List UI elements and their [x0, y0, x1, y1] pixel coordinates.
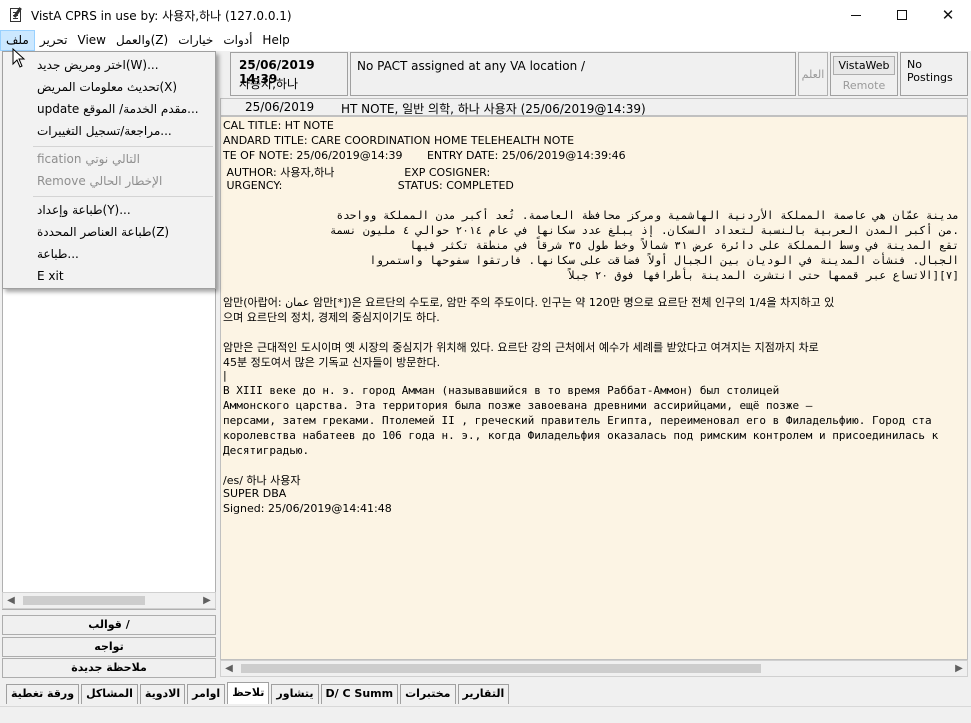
menu-item-remove-notification: Remove الإخطار الحالي — [37, 174, 163, 188]
arabic-text-line: مدينة عمّان هي عاصمة المملكة الأردنية ال… — [336, 209, 959, 222]
tab-dc-summ[interactable]: D/ C Summ — [320, 684, 399, 704]
chart-tabs: ورقة تغطية المشاكل الادوية اوامر تلاحظ ي… — [6, 682, 511, 704]
urgency-line: URGENCY: STATUS: COMPLETED — [223, 179, 514, 192]
window-title: VistA CPRS in use by: 사용자,하나 (127.0.0.1) — [31, 8, 292, 23]
status-bar — [0, 706, 971, 723]
close-icon: ✕ — [941, 6, 955, 24]
tab-orders[interactable]: اوامر — [187, 684, 226, 704]
standard-title-line: ANDARD TITLE: CARE COORDINATION HOME TEL… — [223, 134, 575, 147]
menu-item-refresh-patient[interactable]: تحديث معلومات المريض(X) — [4, 77, 214, 98]
russian-text-line: Аммонского царства. Эта территория была … — [223, 399, 813, 412]
templates-button[interactable]: قوالب / — [2, 615, 216, 635]
cprs-app-icon — [8, 7, 24, 23]
postings-button[interactable]: No Postings — [900, 52, 968, 96]
tab-consults[interactable]: يتشاور — [271, 684, 319, 704]
menu-edit[interactable]: تحرير — [35, 30, 73, 51]
menu-separator — [33, 196, 213, 197]
patient-info-button[interactable]: 25/06/2019 14:39 사용자,하나 — [230, 52, 348, 96]
menu-bar: ملف تحرير View والعمل(Z) خيارات أدوات He… — [0, 30, 971, 51]
date-of-note-line: TE OF NOTE: 25/06/2019@14:39 ENTRY DATE:… — [223, 149, 626, 162]
note-text[interactable]: CAL TITLE: HT NOTE ANDARD TITLE: CARE CO… — [220, 116, 968, 660]
maximize-button[interactable] — [879, 0, 925, 30]
tab-cover-sheet[interactable]: ورقة تغطية — [6, 684, 80, 704]
menu-action[interactable]: والعمل(Z) — [111, 30, 173, 51]
note-header: 25/06/2019 HT NOTE, 일반 의학, 하나 사용자 (25/06… — [220, 98, 968, 116]
vistaweb-button[interactable]: VistaWeb — [833, 56, 895, 75]
tab-reports[interactable]: التقارير — [457, 684, 510, 704]
menu-tools[interactable]: أدوات — [218, 30, 257, 51]
scroll-left-icon[interactable]: ◀ — [221, 661, 237, 676]
arabic-text-line: الجبال. فنشأت المدينة في الوديان بين الج… — [369, 254, 959, 267]
signature-title-line: SUPER DBA — [223, 487, 287, 500]
tab-labs[interactable]: مختبرات — [400, 684, 456, 704]
menu-separator — [33, 146, 213, 147]
patient-name: 사용자,하나 — [239, 77, 299, 91]
close-button[interactable]: ✕ — [925, 0, 971, 30]
note-title: HT NOTE, 일반 의학, 하나 사용자 (25/06/2019@14:39… — [341, 102, 646, 116]
author-line: AUTHOR: 사용자,하나 EXP COSIGNER: — [223, 166, 491, 179]
postings-text: No Postings — [907, 58, 953, 84]
menu-item-print[interactable]: طباعة... — [4, 244, 214, 265]
mouse-pointer-icon — [12, 48, 26, 68]
scroll-right-icon[interactable]: ▶ — [199, 593, 215, 608]
signature-es-line: /es/ 하나 사용자 — [223, 474, 301, 487]
note-date: 25/06/2019 — [245, 100, 315, 114]
menu-options[interactable]: خيارات — [173, 30, 218, 51]
menu-item-update-provider[interactable]: update مقدم الخدمة/ الموقع... — [4, 99, 214, 120]
minimize-icon — [851, 14, 861, 16]
pact-info-button[interactable]: No PACT assigned at any VA location / — [350, 52, 796, 96]
cprs-window: VistA CPRS in use by: 사용자,하나 (127.0.0.1)… — [0, 0, 971, 723]
local-title-line: CAL TITLE: HT NOTE — [223, 119, 334, 132]
title-bar: VistA CPRS in use by: 사용자,하나 (127.0.0.1)… — [0, 0, 971, 30]
menu-item-review-sign-changes[interactable]: مراجعة/تسجيل التغييرات... — [4, 121, 214, 142]
russian-text-line: королевства набатеев до 106 года н. э., … — [223, 429, 939, 442]
russian-text-line: персами, затем греками. Птолемей II , гр… — [223, 414, 932, 427]
maximize-icon — [897, 10, 907, 20]
scroll-right-icon[interactable]: ▶ — [951, 661, 967, 676]
russian-text-line: В XIII веке до н. э. город Амман (называ… — [223, 384, 780, 397]
korean-text-line: 45분 정도여서 많은 기독교 신자들이 방문한다. — [223, 356, 441, 369]
arabic-text-line: تقع المدينة في وسط المملكة على دائرة عرض… — [409, 239, 959, 252]
flag-button[interactable]: العلم — [798, 52, 828, 96]
arabic-text-line: .من أكبر المدن العربية بالنسبة لتعداد ال… — [329, 224, 959, 237]
new-note-button[interactable]: ملاحظة جديدة — [2, 658, 216, 678]
tab-meds[interactable]: الادوية — [139, 684, 186, 704]
note-hscrollbar[interactable]: ◀ ▶ — [220, 660, 968, 677]
scroll-thumb[interactable] — [241, 664, 761, 673]
arabic-text-line: [٧][الاتساع عبر قممها حتى انتشرت المدينة… — [568, 269, 959, 282]
korean-text-line: 암만(아랍어: عمان 암만[*])은 요르단의 수도로, 암만 주의 주도이… — [223, 296, 835, 309]
korean-text-line: 으며 요르단의 정치, 경제의 중심지이기도 하다. — [223, 311, 440, 324]
tab-notes[interactable]: تلاحظ — [227, 682, 270, 704]
text-cursor: | — [223, 369, 227, 382]
menu-item-next-notification: fication التالي نوتي — [37, 152, 140, 166]
russian-text-line: Десятиградью. — [223, 444, 310, 457]
remote-data-button[interactable]: Remote Data — [833, 77, 895, 109]
signed-date-line: Signed: 25/06/2019@14:41:48 — [223, 502, 392, 515]
menu-item-select-new-patient[interactable]: اختر ومريض جديد(W)... — [4, 55, 214, 76]
tab-problems[interactable]: المشاكل — [81, 684, 138, 704]
encounter-button[interactable]: تواجه — [2, 637, 216, 657]
menu-view[interactable]: View — [73, 30, 111, 51]
notes-tree-hscrollbar[interactable]: ◀ ▶ — [2, 592, 216, 609]
file-menu-dropdown: اختر ومريض جديد(W)... تحديث معلومات المر… — [2, 51, 216, 289]
menu-help[interactable]: Help — [257, 30, 294, 51]
menu-item-print-selected[interactable]: طباعة العناصر المحددة(Z) — [4, 222, 214, 243]
menu-item-print-setup[interactable]: طباعة وإعداد(Y)... — [4, 200, 214, 221]
scroll-thumb[interactable] — [23, 596, 145, 605]
menu-item-exit[interactable]: E xit — [4, 266, 214, 287]
minimize-button[interactable] — [833, 0, 879, 30]
pact-text: No PACT assigned at any VA location / — [357, 59, 586, 73]
vistaweb-panel: VistaWeb Remote Data — [830, 52, 898, 109]
korean-text-line: 암만은 근대적인 도시이며 옛 시장의 중심지가 위치해 있다. 요르단 강의 … — [223, 341, 819, 354]
scroll-left-icon[interactable]: ◀ — [3, 593, 19, 608]
